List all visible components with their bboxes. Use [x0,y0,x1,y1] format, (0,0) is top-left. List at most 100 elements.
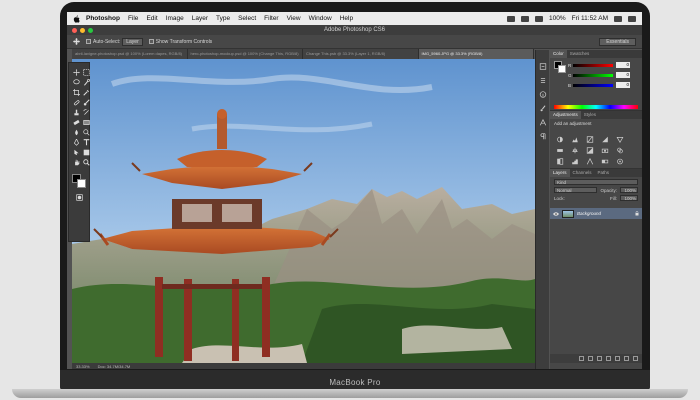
blend-mode-dropdown[interactable]: Normal [554,187,598,193]
red-slider[interactable]: R 0 [568,62,630,68]
menu-filter[interactable]: Filter [264,15,278,22]
menu-window[interactable]: Window [309,15,332,22]
fill-input[interactable]: 100% [620,195,638,201]
hue-saturation-icon[interactable] [556,141,564,152]
character-panel-icon[interactable] [539,113,547,126]
dodge-tool-icon[interactable] [82,129,90,136]
hand-tool-icon[interactable] [72,159,80,166]
green-value[interactable]: 0 [616,72,630,78]
doc-tab[interactable]: hero-photoshop-mockup.psd @ 100% (Change… [187,49,303,59]
new-group-icon[interactable] [615,356,620,361]
layer-style-icon[interactable] [588,356,593,361]
green-slider[interactable]: G 0 [568,72,630,78]
menu-image[interactable]: Image [166,15,184,22]
quick-select-tool-icon[interactable] [82,79,90,86]
black-white-icon[interactable] [586,141,594,154]
menu-clock[interactable]: Fri 11:52 AM [572,15,608,22]
gradient-tool-icon[interactable] [82,119,90,126]
pen-tool-icon[interactable] [72,139,80,146]
properties-panel-icon[interactable] [539,71,547,83]
layer-name[interactable]: Background [577,211,601,216]
auto-select-checkbox[interactable]: Auto-Select: Layer [86,37,143,46]
layer-row-background[interactable]: Background [550,208,642,219]
auto-select-dropdown[interactable]: Layer [122,37,143,46]
color-spectrum-bar[interactable] [554,105,638,109]
posterize-icon[interactable] [571,152,579,165]
brush-presets-icon[interactable] [539,99,547,112]
menu-view[interactable]: View [287,15,301,22]
brightness-contrast-icon[interactable] [556,130,564,143]
eraser-tool-icon[interactable] [72,119,80,126]
healing-brush-tool-icon[interactable] [72,99,80,106]
history-brush-tool-icon[interactable] [82,109,90,116]
eye-icon[interactable] [553,211,559,216]
lasso-tool-icon[interactable] [72,79,80,86]
workspace-dropdown[interactable]: Essentials [599,37,636,46]
tab-adjustments[interactable]: Adjustments [550,111,581,119]
blue-slider[interactable]: B 0 [568,82,630,88]
red-value[interactable]: 0 [616,62,630,68]
zoom-tool-icon[interactable] [82,159,90,166]
tab-paths[interactable]: Paths [595,169,613,177]
color-balance-icon[interactable] [571,141,579,154]
tab-layers[interactable]: Layers [550,169,570,177]
levels-icon[interactable] [571,130,579,143]
type-tool-icon[interactable] [82,139,90,146]
new-adjustment-icon[interactable] [606,356,611,361]
channel-mixer-icon[interactable] [616,141,624,154]
list-icon[interactable] [628,15,636,22]
apple-icon[interactable] [73,14,80,23]
opacity-input[interactable]: 100% [620,187,638,193]
clone-stamp-tool-icon[interactable] [72,109,80,116]
new-layer-icon[interactable] [624,356,629,361]
show-transform-checkbox[interactable]: Show Transform Controls [148,39,212,45]
trash-icon[interactable] [633,356,638,361]
photo-filter-icon[interactable] [601,141,609,153]
panel-fg-bg-swatch[interactable] [554,61,566,73]
curves-icon[interactable] [586,130,594,143]
doc-tab[interactable]: abril-lavigne-photoshop.psd @ 100% (Lore… [72,49,188,59]
doc-size[interactable]: Doc: 34.7M/34.7M [98,364,131,369]
brush-tool-icon[interactable] [82,99,90,106]
eyedropper-tool-icon[interactable] [82,89,90,96]
marquee-tool-icon[interactable] [82,69,90,76]
menu-help[interactable]: Help [340,15,353,22]
battery-icon[interactable] [535,15,543,22]
paragraph-panel-icon[interactable] [539,127,547,140]
add-mask-icon[interactable] [597,356,602,361]
zoom-level[interactable]: 33.33% [76,364,90,369]
tab-styles[interactable]: Styles [581,111,599,119]
invert-icon[interactable] [556,152,564,165]
gradient-map-icon[interactable] [601,152,609,164]
path-select-tool-icon[interactable] [72,149,80,156]
wifi-icon[interactable] [521,15,529,22]
tab-channels[interactable]: Channels [570,169,595,177]
background-color-swatch[interactable] [77,179,86,188]
search-icon[interactable] [614,15,622,22]
doc-tab[interactable]: Change This.psb @ 33.3% (Layer 1, RGB/8) [303,49,419,59]
doc-tab-active[interactable]: IMG_5960.JPG @ 33.3% (RGB/8) [418,49,534,59]
blue-value[interactable]: 0 [616,82,630,88]
menu-type[interactable]: Type [216,15,230,22]
menu-layer[interactable]: Layer [192,15,208,22]
vibrance-icon[interactable] [616,130,624,144]
quick-mask-icon[interactable] [75,194,83,201]
move-tool-icon[interactable] [72,69,80,76]
tab-swatches[interactable]: Swatches [567,50,593,58]
crop-tool-icon[interactable] [72,89,80,96]
menu-app-name[interactable]: Photoshop [86,15,120,22]
dropbox-icon[interactable] [507,15,515,22]
info-panel-icon[interactable] [539,85,547,98]
layer-filter-kind[interactable]: Kind [554,179,638,185]
link-layers-icon[interactable] [579,356,584,361]
document-canvas[interactable] [72,59,535,363]
move-tool-option-icon[interactable] [73,38,80,45]
color-swatches[interactable] [72,174,88,188]
blur-tool-icon[interactable] [72,129,80,136]
tab-color[interactable]: Color [550,50,567,58]
menu-edit[interactable]: Edit [146,15,157,22]
menu-select[interactable]: Select [238,15,256,22]
menu-file[interactable]: File [128,15,138,22]
threshold-icon[interactable] [586,152,594,165]
exposure-icon[interactable] [601,130,609,143]
